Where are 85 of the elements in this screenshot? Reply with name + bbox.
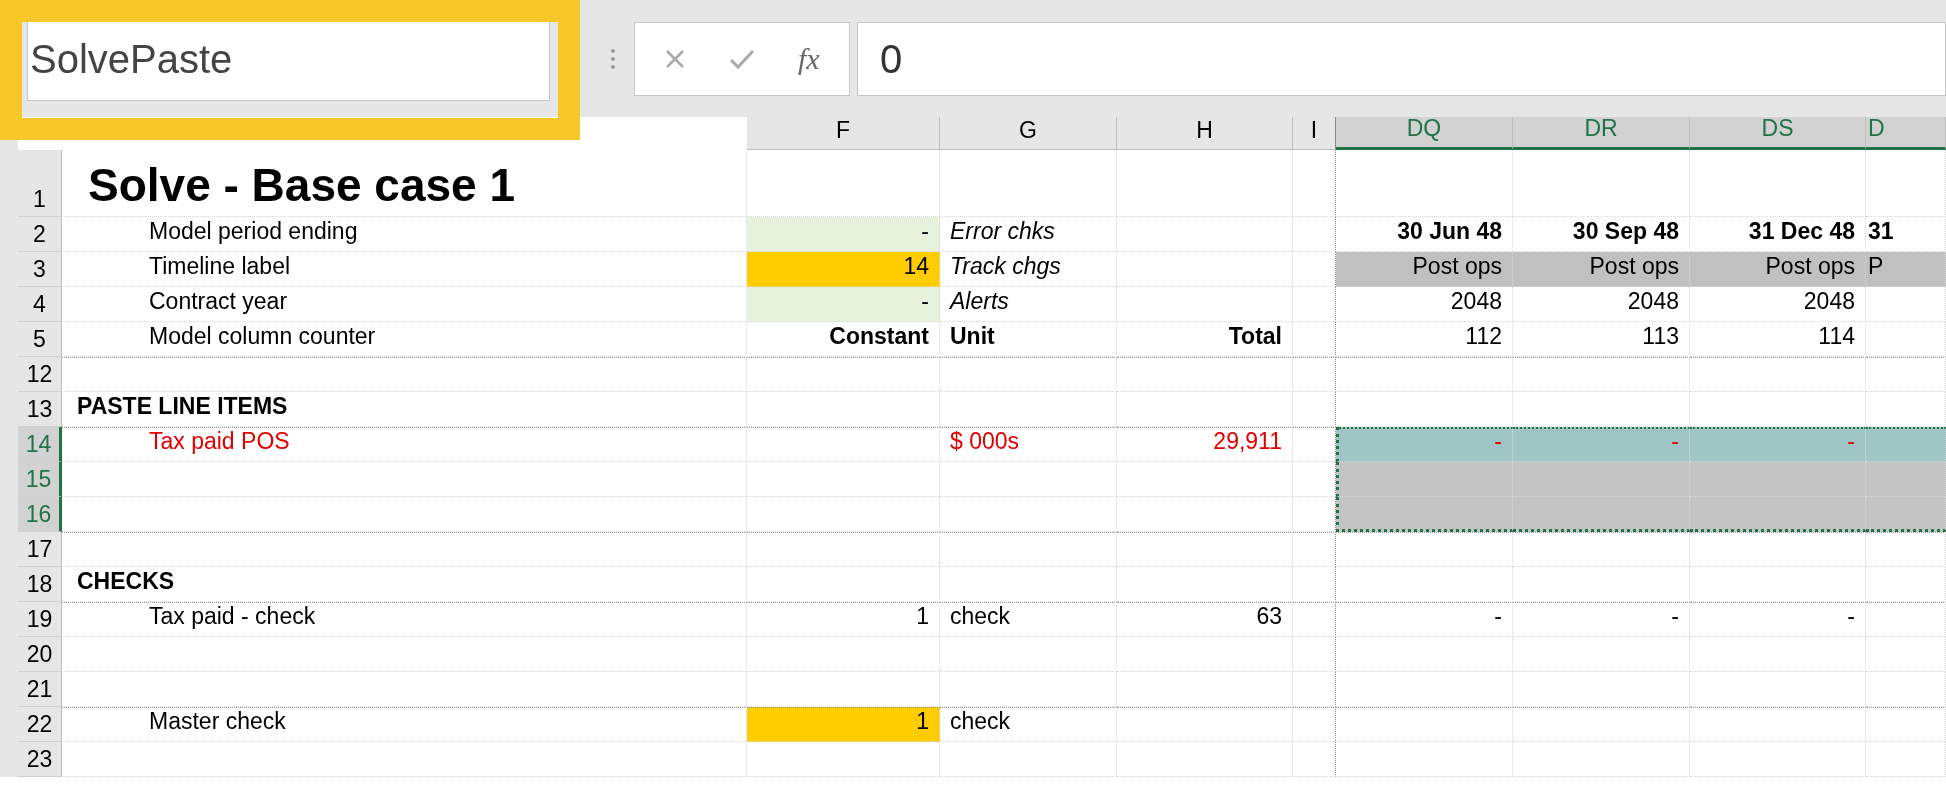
- close-icon[interactable]: [664, 47, 687, 70]
- table-cell: 114: [1690, 322, 1866, 357]
- table-cell: [1293, 217, 1336, 252]
- table-cell: Track chgs: [940, 252, 1117, 287]
- table-cell: [1293, 742, 1336, 777]
- column-header[interactable]: D: [1866, 117, 1946, 150]
- row-number[interactable]: 18: [18, 567, 62, 602]
- table-cell: 63: [1117, 602, 1293, 637]
- table-cell: Contract year: [62, 287, 747, 322]
- table-cell: Constant: [747, 322, 940, 357]
- table-cell: [1293, 672, 1336, 707]
- row-number[interactable]: 22: [18, 707, 62, 742]
- table-cell: Alerts: [940, 287, 1117, 322]
- table-cell: check: [940, 707, 1117, 742]
- row-number[interactable]: 3: [18, 252, 62, 287]
- function-button[interactable]: fx: [797, 36, 820, 81]
- table-cell: [1293, 532, 1336, 567]
- row-number[interactable]: 13: [18, 392, 62, 427]
- table-cell: Tax paid POS: [62, 427, 747, 462]
- row-number[interactable]: 23: [18, 742, 62, 777]
- selected-cell: -: [1513, 427, 1690, 462]
- row-number[interactable]: 12: [18, 357, 62, 392]
- table-cell: [1293, 357, 1336, 392]
- row-number[interactable]: 16: [18, 497, 62, 532]
- selected-cell: -: [1690, 427, 1866, 462]
- check-icon[interactable]: [729, 47, 756, 70]
- table-cell: [1293, 150, 1336, 217]
- table-cell: Model period ending: [62, 217, 747, 252]
- table-cell: Post ops: [1336, 252, 1513, 287]
- table-cell: Model column counter: [62, 322, 747, 357]
- table-cell: 29,911: [1117, 427, 1293, 462]
- table-cell: 2048: [1336, 287, 1513, 322]
- drag-handle-icon[interactable]: [610, 47, 616, 70]
- table-cell: [1293, 707, 1336, 742]
- table-cell: [1293, 567, 1336, 602]
- table-cell: P: [1866, 252, 1946, 287]
- column-header[interactable]: DQ: [1336, 117, 1513, 150]
- column-header[interactable]: DS: [1690, 117, 1866, 150]
- table-cell: 112: [1336, 322, 1513, 357]
- row-number[interactable]: 4: [18, 287, 62, 322]
- row-number[interactable]: 15: [18, 462, 62, 497]
- row-number[interactable]: 1: [18, 150, 62, 217]
- table-cell: [1293, 602, 1336, 637]
- column-header[interactable]: F: [747, 117, 940, 150]
- table-cell: -: [1336, 602, 1513, 637]
- table-cell: -: [747, 287, 940, 322]
- table-cell: Post ops: [1513, 252, 1690, 287]
- table-cell: Unit: [940, 322, 1117, 357]
- table-cell: Error chks: [940, 217, 1117, 252]
- table-cell: -: [1690, 602, 1866, 637]
- selected-cell: -: [1336, 427, 1513, 462]
- row-number[interactable]: 19: [18, 602, 62, 637]
- row-number[interactable]: 2: [18, 217, 62, 252]
- column-header[interactable]: H: [1117, 117, 1293, 150]
- table-cell: [1293, 287, 1336, 322]
- table-cell: 2048: [1513, 287, 1690, 322]
- table-cell: 113: [1513, 322, 1690, 357]
- table-cell: 14: [747, 252, 940, 287]
- table-cell: 1: [747, 707, 940, 742]
- row-number[interactable]: 21: [18, 672, 62, 707]
- row-number[interactable]: 17: [18, 532, 62, 567]
- table-cell: Master check: [62, 707, 747, 742]
- table-cell: Tax paid - check: [62, 602, 747, 637]
- table-cell: -: [1513, 602, 1690, 637]
- section-heading: PASTE LINE ITEMS: [62, 392, 747, 427]
- table-cell: check: [940, 602, 1117, 637]
- formula-input[interactable]: 0: [857, 21, 1946, 96]
- row-number[interactable]: 5: [18, 322, 62, 357]
- sheet-title: Solve - Base case 1: [62, 150, 747, 217]
- column-header[interactable]: G: [940, 117, 1117, 150]
- row-number[interactable]: 20: [18, 637, 62, 672]
- table-cell: 2048: [1690, 287, 1866, 322]
- table-cell: [1293, 637, 1336, 672]
- row-number[interactable]: 14: [18, 427, 62, 462]
- table-cell: 1: [747, 602, 940, 637]
- table-cell: Post ops: [1690, 252, 1866, 287]
- column-header[interactable]: DR: [1513, 117, 1690, 150]
- table-cell: $ 000s: [940, 427, 1117, 462]
- table-cell: -: [747, 217, 940, 252]
- section-heading: CHECKS: [62, 567, 747, 602]
- table-cell: Total: [1117, 322, 1293, 357]
- table-cell: [1293, 322, 1336, 357]
- column-header[interactable]: I: [1293, 117, 1336, 150]
- table-cell: [1293, 392, 1336, 427]
- table-cell: Timeline label: [62, 252, 747, 287]
